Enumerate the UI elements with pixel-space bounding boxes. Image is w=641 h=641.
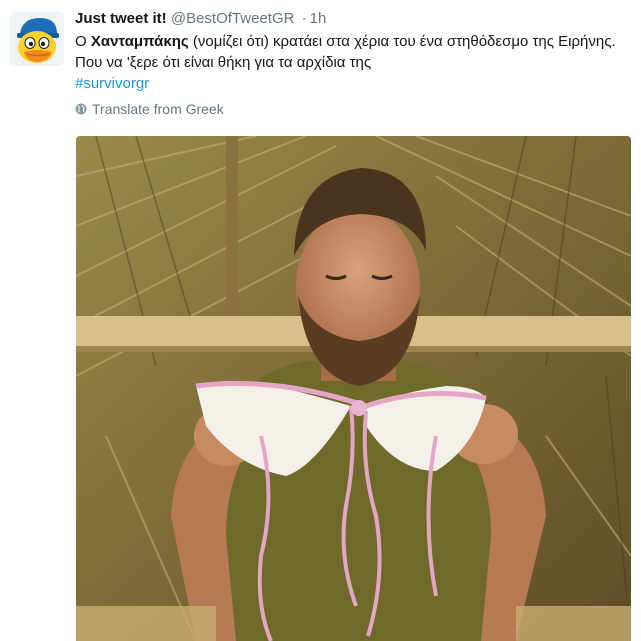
tweet-header: Just tweet it! @BestOfTweetGR · 1h	[75, 9, 635, 29]
avatar[interactable]	[10, 12, 64, 66]
timestamp[interactable]: 1h	[310, 10, 327, 27]
tweet-text-part1: Ο	[75, 33, 91, 50]
translate-button[interactable]: Translate from Greek	[75, 99, 635, 119]
tweet-card: Just tweet it! @BestOfTweetGR · 1h Ο Χαντ…	[0, 0, 641, 641]
user-handle[interactable]: @BestOfTweetGR	[171, 10, 295, 27]
tweet-text: Ο Χανταμπάκης (νομίζει ότι) κρατάει στα …	[75, 31, 635, 94]
tweet-content: Just tweet it! @BestOfTweetGR · 1h Ο Χαντ…	[75, 9, 635, 119]
media-photo	[76, 136, 631, 641]
tweet-media-image[interactable]	[76, 136, 631, 641]
translate-label: Translate from Greek	[92, 101, 224, 117]
duck-avatar-icon	[10, 12, 64, 66]
separator: ·	[301, 10, 307, 27]
display-name[interactable]: Just tweet it!	[75, 10, 167, 27]
globe-icon	[75, 103, 87, 115]
tweet-text-bold-name: Χανταμπάκης	[90, 33, 189, 50]
hashtag-link[interactable]: #survivorgr	[75, 73, 149, 94]
